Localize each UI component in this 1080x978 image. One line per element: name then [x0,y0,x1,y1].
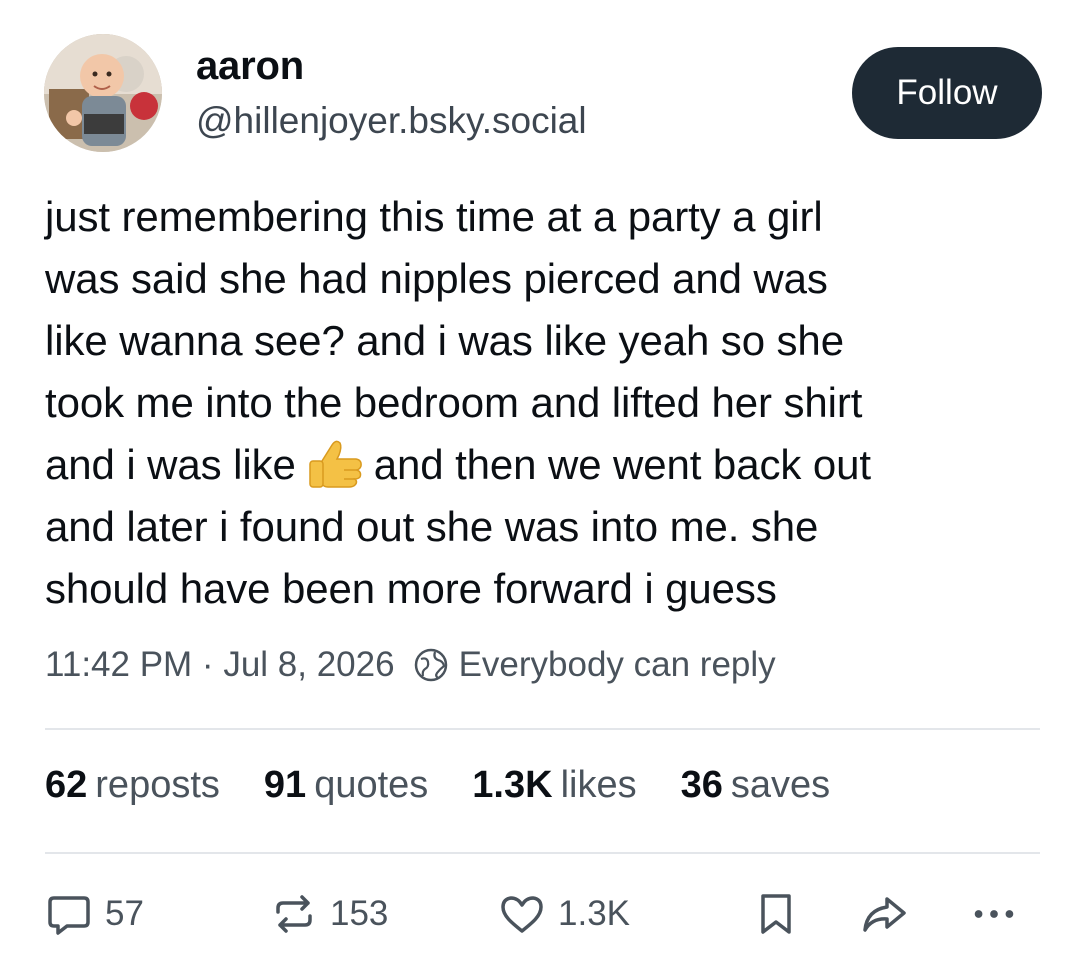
post-timestamp[interactable]: 11:42 PM · Jul 8, 2026 [45,645,395,685]
more-dots-icon [974,910,1014,918]
repost-icon [276,895,312,933]
earth-icon [414,648,447,682]
post-text-line: and later i found out she was into me. s… [45,503,819,550]
like-count: 1.3K [558,894,630,933]
quotes-count: 91 [263,764,307,806]
saves-count: 36 [680,764,723,806]
user-handle[interactable]: @hillenjoyer.bsky.social [196,100,587,142]
post-text-line: was said she had nipples pierced and was [45,255,828,302]
display-name[interactable]: aaron [196,44,304,89]
reposts-stat[interactable]: 62 reposts [45,764,220,807]
thumbs-up-icon [308,440,362,488]
likes-stat[interactable]: 1.3K likes [472,764,636,807]
saves-stat[interactable]: 36 saves [681,764,831,807]
repost-count: 153 [330,894,389,933]
post-meta: 11:42 PM · Jul 8, 2026 Everybody can rep… [45,645,776,685]
likes-count: 1.3K [472,764,553,806]
post-card: aaron @hillenjoyer.bsky.social Follow ju… [0,0,1080,978]
post-text-line: just remembering this time at a party a … [45,193,823,240]
more-options-button[interactable] [970,890,1018,938]
bookmark-button[interactable] [752,890,800,938]
post-text-fragment: and then we went back out [373,441,871,488]
reply-button[interactable]: 57 [45,890,144,938]
share-arrow-icon [863,897,906,932]
quotes-label: quotes [314,764,429,806]
engagement-stats: 62 reposts 91 quotes 1.3K likes 36 saves [45,764,874,807]
share-button[interactable] [860,890,908,938]
repost-button[interactable]: 153 [270,890,388,938]
reply-setting[interactable]: Everybody can reply [459,645,776,685]
saves-label: saves [730,764,831,806]
post-text: just remembering this time at a party a … [45,186,1045,620]
comment-icon [48,896,90,935]
reposts-label: reposts [95,764,220,806]
like-button[interactable]: 1.3K [498,890,630,938]
post-text-line: took me into the bedroom and lifted her … [45,379,863,426]
divider [45,852,1040,854]
reposts-count: 62 [45,764,88,806]
post-text-line-emoji: and i was like and then we went back out [45,434,1045,496]
reply-count: 57 [105,894,144,933]
avatar[interactable] [44,34,162,152]
heart-icon [501,896,543,933]
quotes-stat[interactable]: 91 quotes [264,764,428,807]
post-text-line: should have been more forward i guess [45,565,777,612]
bookmark-icon [761,894,791,934]
follow-button[interactable]: Follow [852,47,1042,139]
likes-label: likes [560,764,637,806]
post-text-fragment: and i was like [45,441,296,488]
divider [45,728,1040,730]
post-text-line: like wanna see? and i was like yeah so s… [45,317,844,364]
